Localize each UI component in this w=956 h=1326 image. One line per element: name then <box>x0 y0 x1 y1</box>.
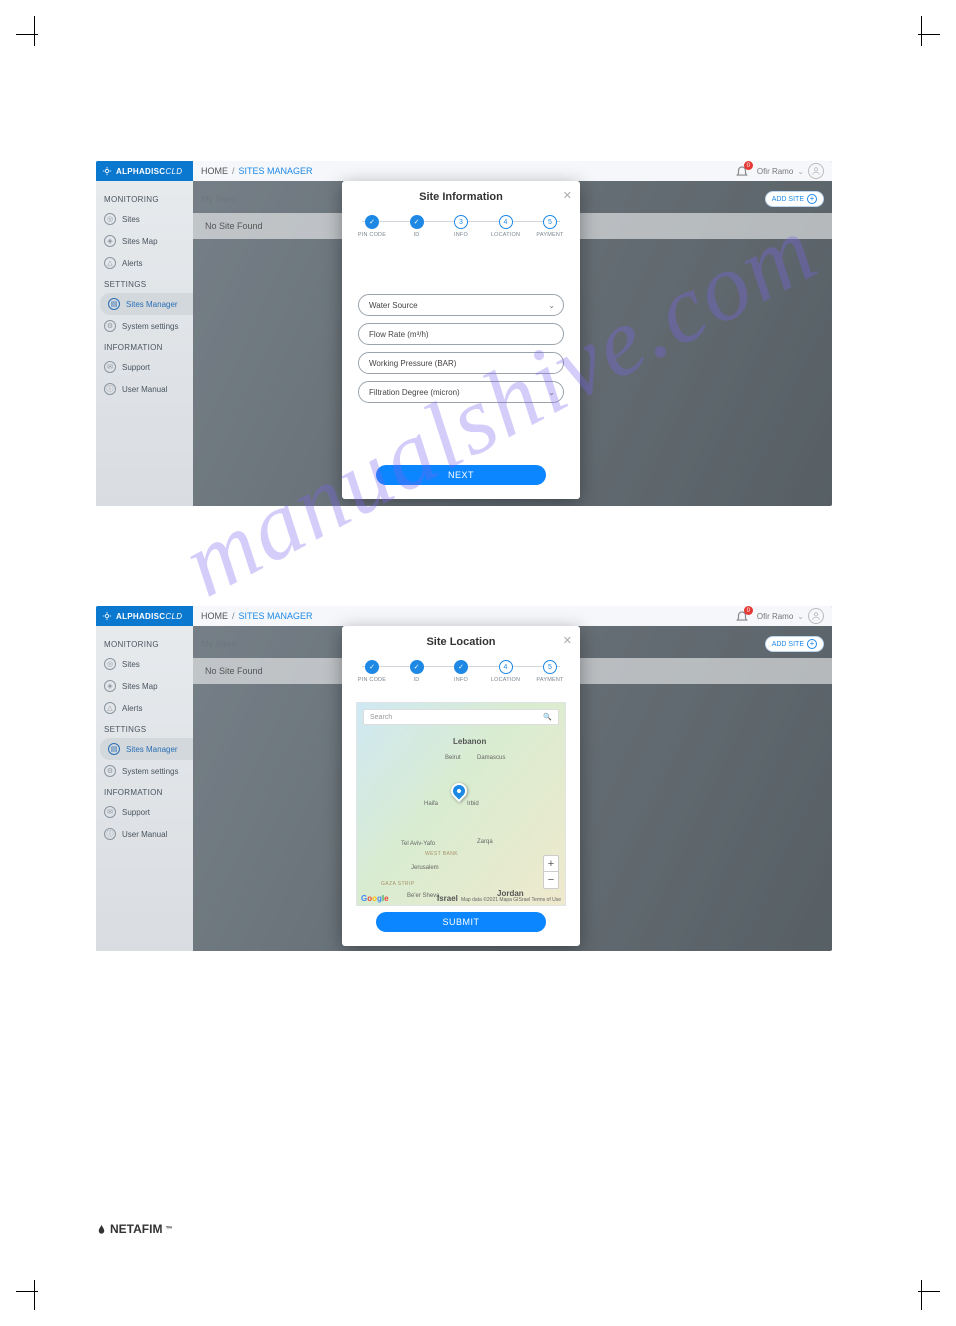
modal-site-location: Site Location ✕ ✓PIN CODE ✓ID ✓INFO 4LOC… <box>342 626 580 946</box>
sidebar-item-system-settings[interactable]: ⚙System settings <box>96 315 193 337</box>
map-label-westbank: WEST BANK <box>425 851 458 857</box>
map-label-israel: Israel <box>437 894 458 903</box>
sidebar-item-user-manual[interactable]: ⓘUser Manual <box>96 378 193 400</box>
user-menu[interactable]: Ofir Ramo⌄ <box>757 608 824 624</box>
step-info: 3INFO <box>441 215 481 238</box>
sidebar-head-monitoring: MONITORING <box>96 189 193 208</box>
notifications-badge: 0 <box>744 606 753 615</box>
map-label-telaviv: Tel Aviv-Yafo <box>401 841 435 847</box>
map-search-input[interactable]: Search 🔍 <box>363 709 559 725</box>
section-title: My Sites <box>201 639 236 649</box>
breadcrumb: HOME / SITES MANAGER 0 Ofir Ramo⌄ <box>193 161 832 181</box>
modal-title: Site Location <box>352 636 570 648</box>
notifications-badge: 0 <box>744 161 753 170</box>
step-payment: 5PAYMENT <box>530 215 570 238</box>
zoom-in-button[interactable]: + <box>544 856 558 872</box>
wizard-steps: ✓PIN CODE ✓ID ✓INFO 4LOCATION 5PAYMENT <box>342 656 580 683</box>
plus-icon: + <box>807 194 817 204</box>
sidebar-item-sites-manager[interactable]: ▤Sites Manager <box>100 293 193 315</box>
sidebar-head-settings: SETTINGS <box>96 274 193 293</box>
step-info: ✓INFO <box>441 660 481 683</box>
avatar-icon <box>808 163 824 179</box>
map-label-irbid: Irbid <box>467 801 479 807</box>
sidebar-item-user-manual[interactable]: ⓘUser Manual <box>96 823 193 845</box>
sidebar-item-support[interactable]: ✉Support <box>96 801 193 823</box>
working-pressure-input[interactable]: Working Pressure (BAR) <box>358 352 564 374</box>
search-icon: 🔍 <box>543 713 552 721</box>
sidebar-item-alerts[interactable]: △Alerts <box>96 252 193 274</box>
map[interactable]: Search 🔍 Lebanon Beirut Damascus Haifa I… <box>356 702 566 906</box>
map-label-beirut: Beirut <box>445 755 461 761</box>
plus-icon: + <box>807 639 817 649</box>
next-button[interactable]: NEXT <box>376 465 546 485</box>
modal-title: Site Information <box>352 191 570 203</box>
screenshot-site-information: ALPHADISCCLD HOME / SITES MANAGER 0 Ofir… <box>96 161 832 506</box>
submit-button[interactable]: SUBMIT <box>376 912 546 932</box>
close-icon[interactable]: ✕ <box>563 634 572 647</box>
sidebar-item-system-settings[interactable]: ⚙System settings <box>96 760 193 782</box>
sidebar-item-alerts[interactable]: △Alerts <box>96 697 193 719</box>
map-zoom-controls: + − <box>543 855 559 889</box>
topbar: ALPHADISCCLD HOME / SITES MANAGER 0 Ofir… <box>96 606 832 626</box>
sidebar-head-information: INFORMATION <box>96 337 193 356</box>
sidebar-item-support[interactable]: ✉Support <box>96 356 193 378</box>
step-payment: 5PAYMENT <box>530 660 570 683</box>
filtration-degree-select[interactable]: Filtration Degree (micron)⌄ <box>358 381 564 403</box>
chevron-down-icon: ⌄ <box>548 388 555 397</box>
sidebar: MONITORING ◎Sites ◈Sites Map △Alerts SET… <box>96 181 193 506</box>
user-menu[interactable]: Ofir Ramo⌄ <box>757 163 824 179</box>
map-label-damascus: Damascus <box>477 755 505 761</box>
step-id: ✓ID <box>397 660 437 683</box>
breadcrumb-home[interactable]: HOME <box>201 166 228 176</box>
breadcrumb-current[interactable]: SITES MANAGER <box>239 611 313 621</box>
zoom-out-button[interactable]: − <box>544 872 558 888</box>
map-attribution: Map data ©2021 Mapa GISrael Terms of Use <box>461 897 561 903</box>
map-pin-icon[interactable] <box>448 780 471 803</box>
modal-site-information: Site Information ✕ ✓PIN CODE ✓ID 3INFO 4… <box>342 181 580 499</box>
google-logo: Google <box>361 894 389 903</box>
section-title: My Sites <box>201 194 236 204</box>
avatar-icon <box>808 608 824 624</box>
close-icon[interactable]: ✕ <box>563 189 572 202</box>
breadcrumb-current[interactable]: SITES MANAGER <box>239 166 313 176</box>
app-logo: ALPHADISCCLD <box>96 606 193 626</box>
step-location: 4LOCATION <box>486 660 526 683</box>
footer-brand: NETAFIM™ <box>96 1222 172 1236</box>
step-location: 4LOCATION <box>486 215 526 238</box>
topbar: ALPHADISCCLD HOME / SITES MANAGER 0 Ofir… <box>96 161 832 181</box>
chevron-down-icon: ⌄ <box>548 301 555 310</box>
map-label-jerusalem: Jerusalem <box>411 865 439 871</box>
step-pincode: ✓PIN CODE <box>352 215 392 238</box>
step-pincode: ✓PIN CODE <box>352 660 392 683</box>
breadcrumb: HOME / SITES MANAGER 0 Ofir Ramo⌄ <box>193 606 832 626</box>
wizard-steps: ✓PIN CODE ✓ID 3INFO 4LOCATION 5PAYMENT <box>342 211 580 238</box>
sidebar-item-sites-manager[interactable]: ▤Sites Manager <box>100 738 193 760</box>
sidebar-item-sites[interactable]: ◎Sites <box>96 653 193 675</box>
app-logo: ALPHADISCCLD <box>96 161 193 181</box>
notifications-icon[interactable]: 0 <box>735 609 749 623</box>
add-site-button[interactable]: ADD SITE+ <box>765 191 824 207</box>
water-source-select[interactable]: Water Source⌄ <box>358 294 564 316</box>
sidebar-item-sites[interactable]: ◎Sites <box>96 208 193 230</box>
sidebar: MONITORING ◎Sites ◈Sites Map △Alerts SET… <box>96 626 193 951</box>
flow-rate-input[interactable]: Flow Rate (m³/h) <box>358 323 564 345</box>
map-label-zarqa: Zarqa <box>477 839 493 845</box>
map-label-lebanon: Lebanon <box>453 737 486 746</box>
screenshot-site-location: ALPHADISCCLD HOME / SITES MANAGER 0 Ofir… <box>96 606 832 951</box>
map-label-beersheva: Be'er Sheva <box>407 893 440 899</box>
breadcrumb-home[interactable]: HOME <box>201 611 228 621</box>
sidebar-item-sites-map[interactable]: ◈Sites Map <box>96 230 193 252</box>
map-label-haifa: Haifa <box>424 801 438 807</box>
sidebar-item-sites-map[interactable]: ◈Sites Map <box>96 675 193 697</box>
step-id: ✓ID <box>397 215 437 238</box>
notifications-icon[interactable]: 0 <box>735 164 749 178</box>
map-label-gaza: GAZA STRIP <box>381 881 414 887</box>
add-site-button[interactable]: ADD SITE+ <box>765 636 824 652</box>
